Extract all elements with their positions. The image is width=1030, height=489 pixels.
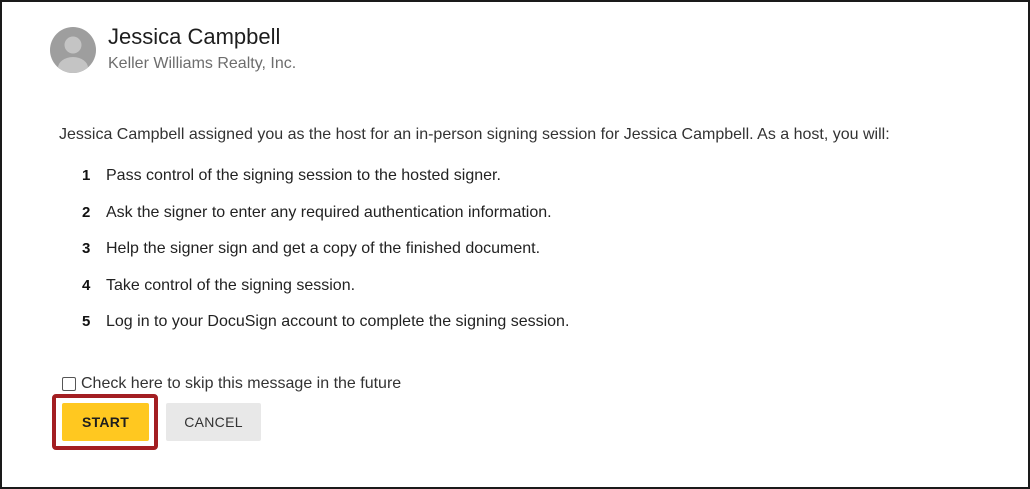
sender-info: Jessica Campbell Keller Williams Realty,… xyxy=(108,24,296,74)
step-text: Take control of the signing session. xyxy=(106,276,356,294)
list-item: 2 Ask the signer to enter any required a… xyxy=(82,204,569,241)
sender-name: Jessica Campbell xyxy=(108,24,281,49)
cancel-button[interactable]: CANCEL xyxy=(166,403,261,441)
step-text: Log in to your DocuSign account to compl… xyxy=(106,313,570,330)
skip-message-checkbox[interactable] xyxy=(62,377,76,391)
sender-company: Keller Williams Realty, Inc. xyxy=(108,55,297,72)
user-silhouette-icon xyxy=(50,27,96,73)
step-number: 3 xyxy=(82,240,91,257)
skip-message-option[interactable]: Check here to skip this message in the f… xyxy=(62,375,401,393)
step-number: 5 xyxy=(82,313,91,330)
sender-header: Jessica Campbell Keller Williams Realty,… xyxy=(50,24,296,74)
list-item: 3 Help the signer sign and get a copy of… xyxy=(82,240,569,277)
host-signing-dialog: Jessica Campbell Keller Williams Realty,… xyxy=(0,0,1030,489)
step-number: 2 xyxy=(82,203,91,221)
list-item: 5 Log in to your DocuSign account to com… xyxy=(82,313,569,350)
step-text: Ask the signer to enter any required aut… xyxy=(106,203,552,221)
step-number: 4 xyxy=(82,276,91,294)
skip-message-label: Check here to skip this message in the f… xyxy=(81,375,402,392)
step-text: Pass control of the signing session to t… xyxy=(106,167,501,184)
intro-text: Jessica Campbell assigned you as the hos… xyxy=(59,126,890,143)
start-button[interactable]: START xyxy=(62,403,149,441)
step-number: 1 xyxy=(82,167,91,184)
step-text: Help the signer sign and get a copy of t… xyxy=(106,240,541,257)
list-item: 1 Pass control of the signing session to… xyxy=(82,167,569,204)
list-item: 4 Take control of the signing session. xyxy=(82,277,569,314)
host-steps-list: 1 Pass control of the signing session to… xyxy=(82,167,569,350)
